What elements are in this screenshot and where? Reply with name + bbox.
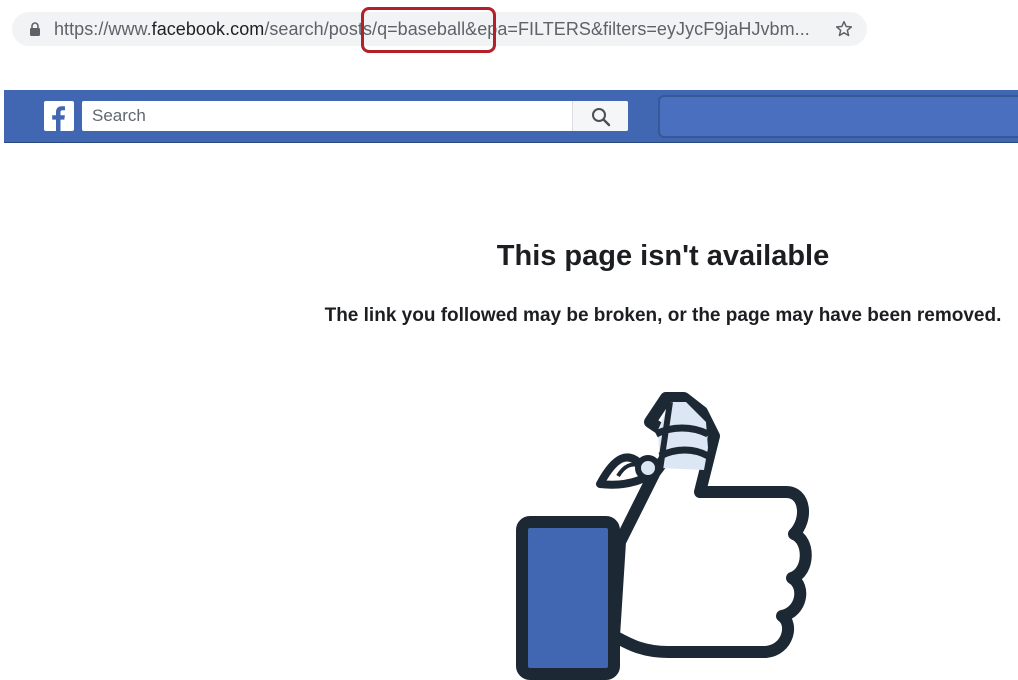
query-highlight-box <box>361 7 496 53</box>
search-icon <box>592 108 611 127</box>
url-path: /search/posts/q=baseball&epa=FILTERS&fil… <box>264 19 810 39</box>
error-title: This page isn't available <box>496 240 830 272</box>
facebook-f-icon <box>52 106 65 131</box>
url-host: facebook.com <box>151 19 265 39</box>
broken-thumbs-up-icon <box>516 392 812 680</box>
profile-nav-area[interactable] <box>658 95 1018 138</box>
lock-icon[interactable] <box>29 22 41 36</box>
facebook-logo[interactable] <box>44 101 74 131</box>
search-button[interactable] <box>572 101 628 131</box>
search-input[interactable] <box>82 101 570 131</box>
search-box <box>82 101 628 131</box>
star-icon[interactable] <box>834 19 854 39</box>
url-prefix: https://www. <box>54 19 152 39</box>
error-message: The link you followed may be broken, or … <box>324 305 1002 326</box>
facebook-top-bar <box>4 90 1018 143</box>
